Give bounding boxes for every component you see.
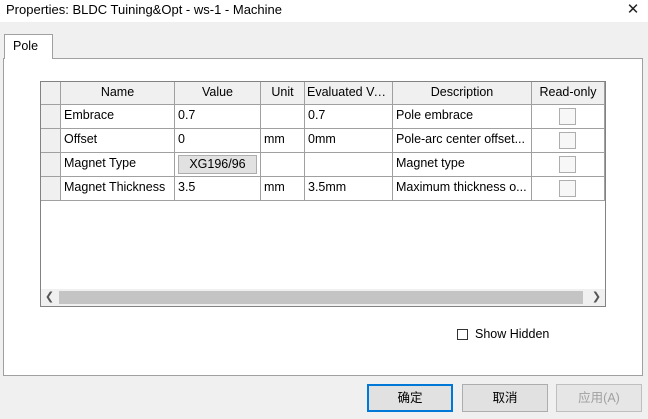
title-bar: Properties: BLDC Tuining&Opt - ws-1 - Ma… <box>0 0 648 22</box>
tab-label: Pole <box>13 39 39 53</box>
cell-read-only <box>532 105 605 129</box>
cell-read-only <box>532 153 605 177</box>
read-only-checkbox[interactable] <box>559 180 576 197</box>
close-icon[interactable]: ✕ <box>618 0 648 20</box>
read-only-checkbox[interactable] <box>559 132 576 149</box>
scroll-left-icon[interactable]: ❮ <box>41 289 58 306</box>
cell-unit[interactable]: mm <box>261 129 305 153</box>
column-header-name[interactable]: Name <box>61 82 175 105</box>
row-selector[interactable] <box>41 153 61 177</box>
window-title: Properties: BLDC Tuining&Opt - ws-1 - Ma… <box>6 2 282 17</box>
column-header-read-only[interactable]: Read-only <box>532 82 605 105</box>
tab-pole[interactable]: Pole <box>4 34 53 59</box>
cell-evaluated-value: 0.7 <box>305 105 393 129</box>
row-selector[interactable] <box>41 129 61 153</box>
row-selector[interactable] <box>41 177 61 201</box>
cell-unit[interactable]: mm <box>261 177 305 201</box>
read-only-checkbox[interactable] <box>559 108 576 125</box>
cell-read-only <box>532 177 605 201</box>
cell-description: Pole embrace <box>393 105 532 129</box>
cell-value: XG196/96 <box>175 153 261 177</box>
cell-unit <box>261 153 305 177</box>
apply-button: 应用(A) <box>556 384 642 412</box>
cell-name: Offset <box>61 129 175 153</box>
ok-button[interactable]: 确定 <box>367 384 453 412</box>
cell-name: Embrace <box>61 105 175 129</box>
scrollbar-thumb[interactable] <box>59 291 583 304</box>
cell-evaluated-value: 0mm <box>305 129 393 153</box>
row-selector[interactable] <box>41 105 61 129</box>
grid-corner <box>41 82 61 105</box>
cell-unit[interactable] <box>261 105 305 129</box>
show-hidden-label: Show Hidden <box>475 327 550 341</box>
cell-description: Pole-arc center offset... <box>393 129 532 153</box>
cell-value[interactable]: 0 <box>175 129 261 153</box>
cell-read-only <box>532 129 605 153</box>
column-header-unit[interactable]: Unit <box>261 82 305 105</box>
cancel-button[interactable]: 取消 <box>462 384 548 412</box>
cell-name: Magnet Thickness <box>61 177 175 201</box>
cell-name: Magnet Type <box>61 153 175 177</box>
column-header-evaluated-value[interactable]: Evaluated Va... <box>305 82 393 105</box>
read-only-checkbox[interactable] <box>559 156 576 173</box>
magnet-type-button[interactable]: XG196/96 <box>178 155 257 174</box>
cell-value[interactable]: 0.7 <box>175 105 261 129</box>
cell-description: Magnet type <box>393 153 532 177</box>
column-header-value[interactable]: Value <box>175 82 261 105</box>
cell-evaluated-value: 3.5mm <box>305 177 393 201</box>
column-header-description[interactable]: Description <box>393 82 532 105</box>
show-hidden-checkbox[interactable] <box>457 329 468 340</box>
cell-value[interactable]: 3.5 <box>175 177 261 201</box>
cell-description: Maximum thickness o... <box>393 177 532 201</box>
scroll-right-icon[interactable]: ❯ <box>588 289 605 306</box>
cell-evaluated-value <box>305 153 393 177</box>
